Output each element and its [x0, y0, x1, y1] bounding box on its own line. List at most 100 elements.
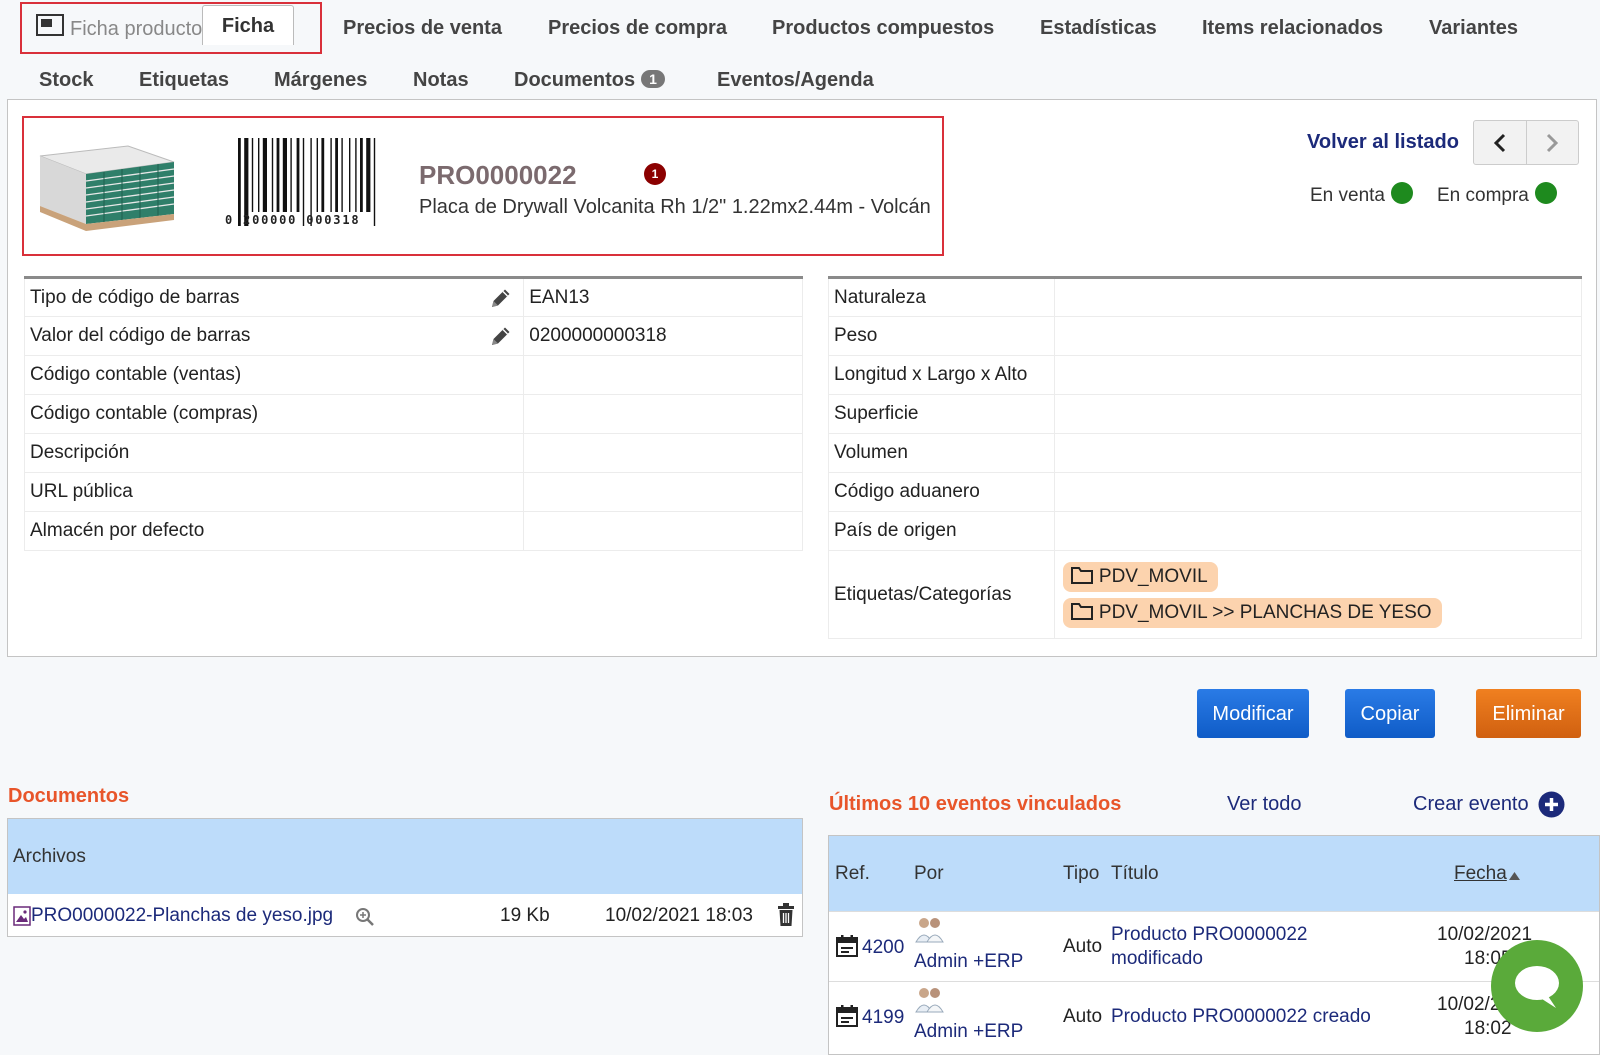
event-ref-link[interactable]: 4200: [862, 937, 904, 959]
event-type: Auto: [1063, 1006, 1103, 1027]
field-row: Superficie: [828, 394, 1583, 434]
event-row: 4199 Admin +ERP Auto Producto PRO0000022 cr…: [829, 981, 1599, 1051]
events-section-title: Últimos 10 eventos vinculados: [829, 793, 1122, 815]
tab-notes[interactable]: Notas: [413, 69, 469, 92]
status-on-sale-dot[interactable]: [1391, 182, 1413, 204]
calendar-icon-wrap: [836, 935, 858, 963]
documents-header: Archivos: [8, 819, 802, 894]
tab-related-items[interactable]: Items relacionados: [1202, 17, 1383, 40]
edit-field-button[interactable]: [489, 286, 513, 316]
tab-documents-label: Documentos: [514, 69, 636, 91]
event-title-link[interactable]: Producto PRO0000022 creado: [1111, 1006, 1371, 1028]
field-value: [523, 472, 803, 512]
field-value: [523, 355, 803, 395]
field-label-text: URL pública: [30, 481, 133, 502]
tab-purchase-prices[interactable]: Precios de compra: [548, 17, 727, 40]
delete-button[interactable]: Eliminar: [1476, 689, 1581, 738]
tab-variants[interactable]: Variantes: [1429, 17, 1518, 40]
see-all-events-link[interactable]: Ver todo: [1227, 793, 1302, 816]
categories-cell: PDV_MOVIL PDV_MOVIL >> PLANCHAS DE YESO: [1053, 550, 1583, 639]
tab-labels[interactable]: Etiquetas: [139, 69, 229, 92]
field-label: Naturaleza: [828, 277, 1055, 317]
field-label: Peso: [828, 316, 1055, 356]
back-to-list-link[interactable]: Volver al listado: [1307, 131, 1459, 154]
field-value: [1053, 472, 1583, 512]
field-value: [1053, 355, 1583, 395]
document-link[interactable]: PRO0000022-Planchas de yeso.jpg: [31, 905, 333, 927]
event-title-link-line2[interactable]: modificado: [1111, 948, 1203, 970]
add-circle-icon[interactable]: [1538, 791, 1565, 818]
event-user-link[interactable]: Admin +ERP: [914, 951, 1023, 973]
tab-ficha[interactable]: Ficha: [202, 5, 294, 45]
edit-field-button[interactable]: [489, 324, 513, 354]
event-time: 18:02: [1464, 1018, 1512, 1039]
tab-stock[interactable]: Stock: [39, 69, 93, 92]
status-on-purchase-dot[interactable]: [1534, 182, 1557, 204]
field-value: [1053, 433, 1583, 473]
documents-count-badge: 1: [641, 70, 665, 88]
event-date: 10/02/2021: [1437, 924, 1533, 945]
product-image[interactable]: [36, 144, 178, 232]
column-ref: Ref.: [835, 863, 870, 884]
category-tag[interactable]: PDV_MOVIL: [1062, 561, 1218, 592]
field-value: [523, 433, 803, 473]
field-row: Longitud x Largo x Alto: [828, 355, 1583, 395]
tab-margins[interactable]: Márgenes: [274, 69, 367, 92]
column-date-sort[interactable]: Fecha: [1454, 863, 1507, 885]
field-row: Valor del código de barras 0200000000318: [23, 316, 803, 356]
trash-icon[interactable]: [776, 903, 796, 927]
field-value: [1053, 394, 1583, 434]
documents-section-title: Documentos: [8, 785, 130, 807]
pencil-edit-icon[interactable]: [489, 286, 513, 310]
field-label: Longitud x Largo x Alto: [828, 355, 1055, 395]
field-label-text: Valor del código de barras: [30, 325, 251, 346]
tab-statistics[interactable]: Estadísticas: [1040, 17, 1157, 40]
events-header: Ref. Por Tipo Título Fecha: [829, 836, 1599, 911]
tab-events-agenda[interactable]: Eventos/Agenda: [717, 69, 874, 92]
field-value: [1053, 511, 1583, 551]
chat-bubble-icon: [1515, 966, 1559, 1008]
next-record-button[interactable]: [1525, 121, 1579, 164]
product-ref: PRO0000022: [419, 160, 577, 190]
warning-badge[interactable]: 1: [644, 163, 666, 185]
previous-record-button[interactable]: [1474, 121, 1526, 164]
field-label: Valor del código de barras: [23, 316, 525, 356]
field-label: Volumen: [828, 433, 1055, 473]
chat-widget-button[interactable]: [1491, 940, 1583, 1032]
field-value: [523, 394, 803, 434]
field-label-text: Descripción: [30, 442, 130, 463]
tab-documents[interactable]: Documentos 1: [514, 69, 665, 92]
event-ref-link[interactable]: 4199: [862, 1007, 904, 1029]
field-label-text: Código contable (compras): [30, 403, 259, 424]
field-value: [523, 511, 803, 551]
event-user-link[interactable]: Admin +ERP: [914, 1021, 1023, 1043]
field-label: URL pública: [23, 472, 525, 512]
category-tag-label: PDV_MOVIL >> PLANCHAS DE YESO: [1098, 601, 1432, 623]
create-event-link[interactable]: Crear evento: [1413, 793, 1529, 816]
tab-sale-prices[interactable]: Precios de venta: [343, 17, 502, 40]
field-label: Descripción: [23, 433, 525, 473]
copy-button[interactable]: Copiar: [1345, 689, 1435, 738]
category-tag-label: PDV_MOVIL: [1098, 565, 1208, 587]
field-row: País de origen: [828, 511, 1583, 551]
user-avatar-icon: [915, 918, 944, 943]
modify-button[interactable]: Modificar: [1197, 689, 1309, 738]
field-label: Tipo de código de barras: [23, 277, 525, 317]
preview-zoom-icon[interactable]: [355, 907, 375, 927]
product-label: Placa de Drywall Volcanita Rh 1/2" 1.22m…: [419, 196, 931, 218]
pencil-edit-icon[interactable]: [489, 324, 513, 348]
field-value: [1053, 316, 1583, 356]
folder-icon: [1070, 602, 1093, 620]
event-title-link[interactable]: Producto PRO0000022: [1111, 924, 1307, 946]
chevron-right-icon: [1547, 133, 1559, 152]
avatar: [914, 984, 944, 1020]
field-label-text: Tipo de código de barras: [30, 286, 240, 308]
status-on-sale: En venta: [1310, 182, 1413, 207]
event-type: Auto: [1063, 936, 1103, 957]
field-label: Código contable (ventas): [23, 355, 525, 395]
field-label: Superficie: [828, 394, 1055, 434]
column-by: Por: [914, 863, 944, 884]
tab-composite-products[interactable]: Productos compuestos: [772, 17, 994, 40]
field-row: Código contable (compras): [23, 394, 803, 434]
category-tag[interactable]: PDV_MOVIL >> PLANCHAS DE YESO: [1062, 597, 1442, 628]
